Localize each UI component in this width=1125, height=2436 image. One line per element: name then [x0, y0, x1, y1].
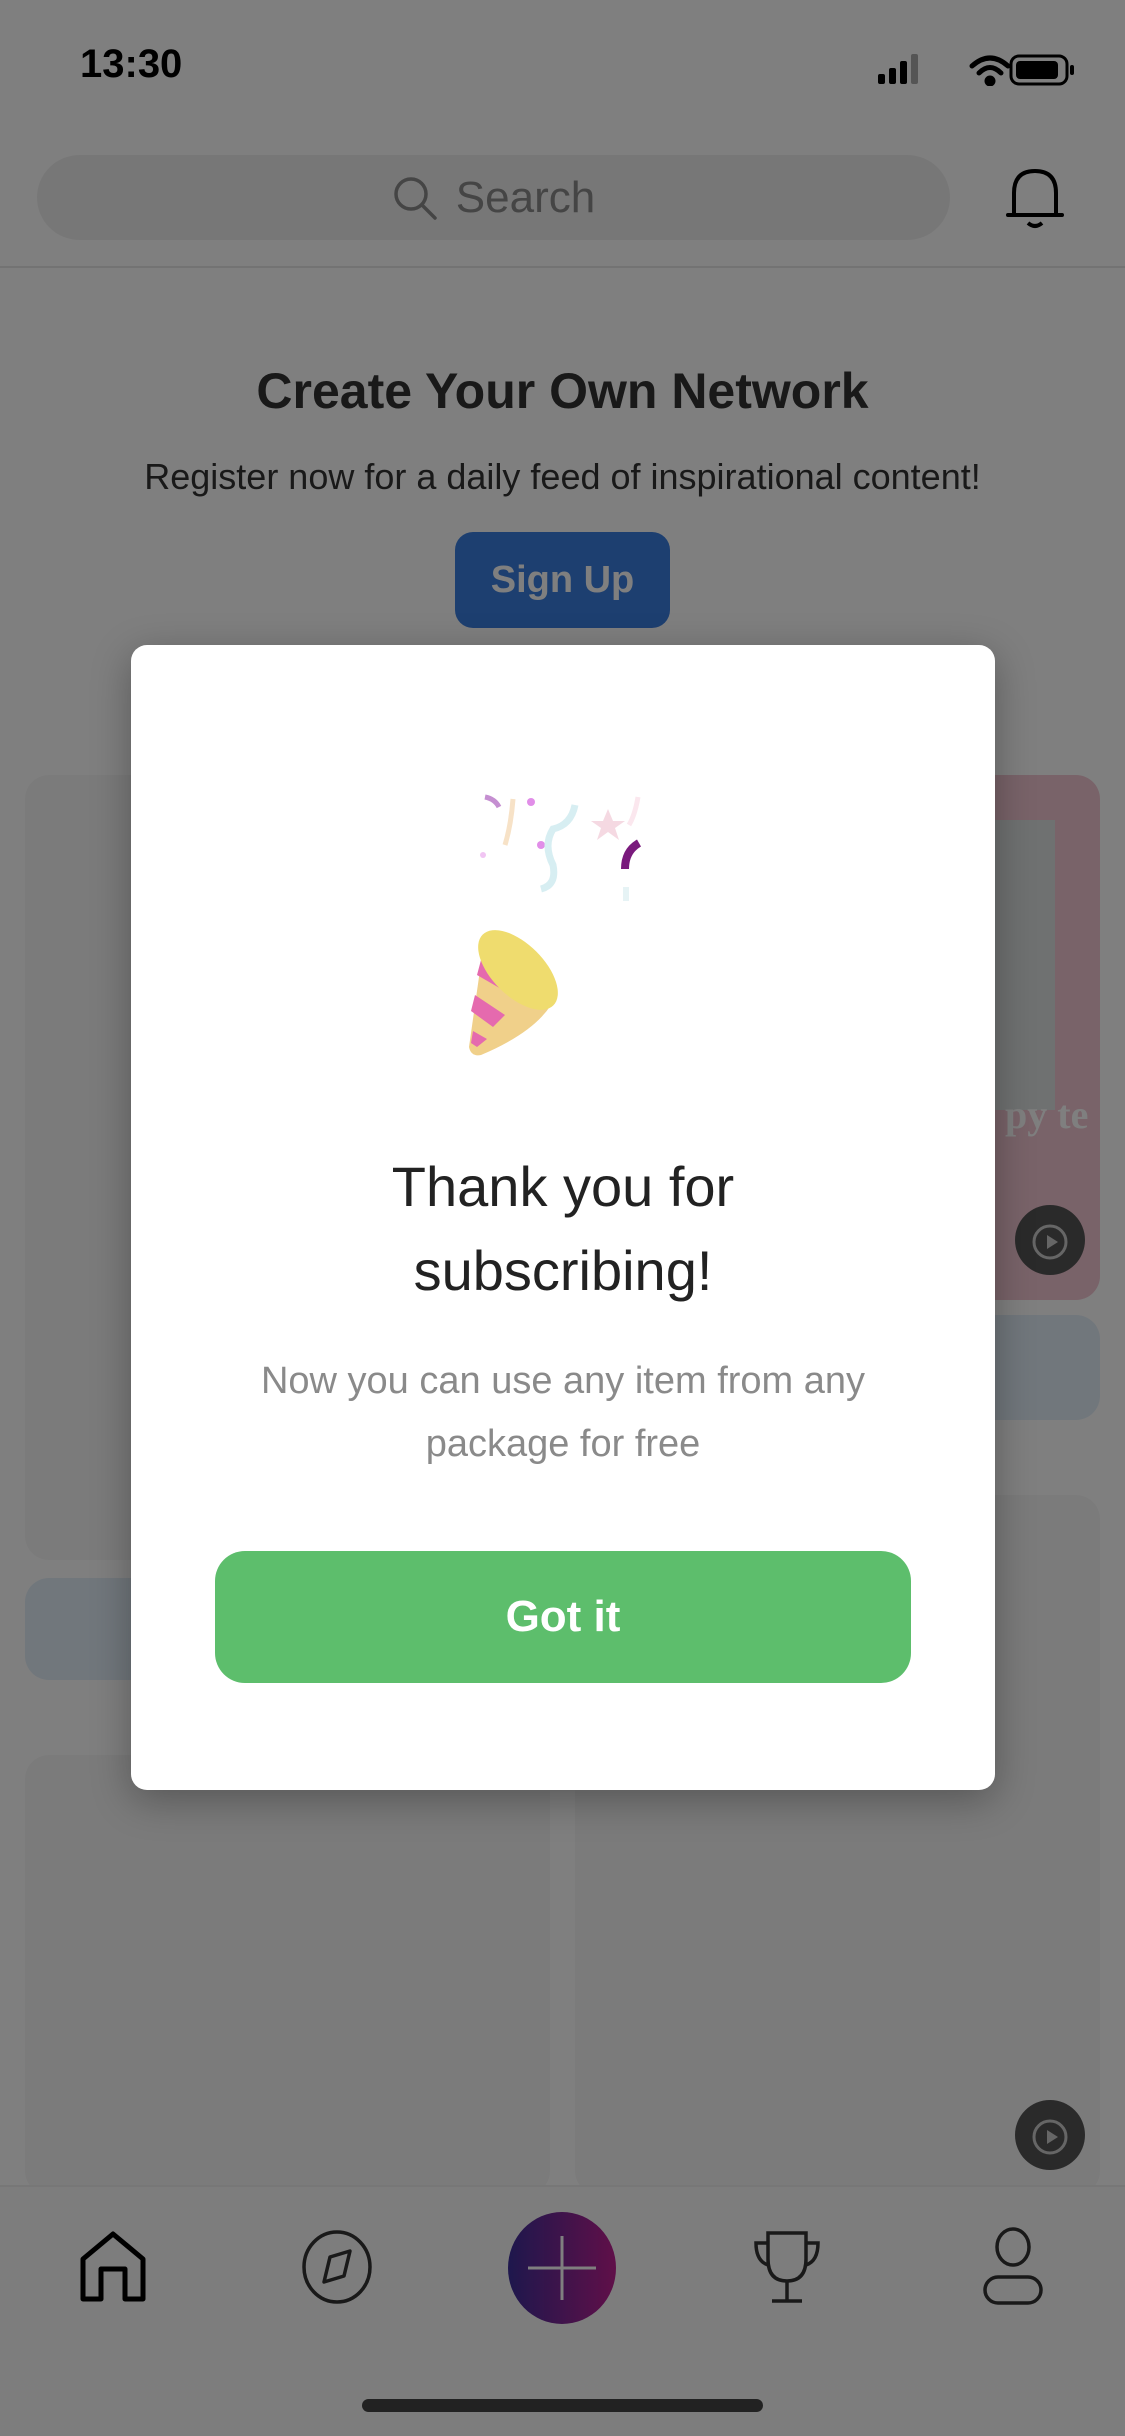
dialog-message: Now you can use any item from any packag…: [260, 1360, 866, 1465]
home-indicator[interactable]: [362, 2399, 763, 2412]
dialog-title-line: Thank you for: [391, 1155, 735, 1218]
dialog-title-line: subscribing!: [413, 1239, 713, 1302]
subscription-success-dialog: Thank you for subscribing! Now you can u…: [131, 645, 995, 1790]
got-it-button[interactable]: Got it: [215, 1551, 911, 1683]
dialog-title: Thank you for subscribing!: [131, 1145, 995, 1313]
party-popper-icon: [469, 794, 642, 1056]
